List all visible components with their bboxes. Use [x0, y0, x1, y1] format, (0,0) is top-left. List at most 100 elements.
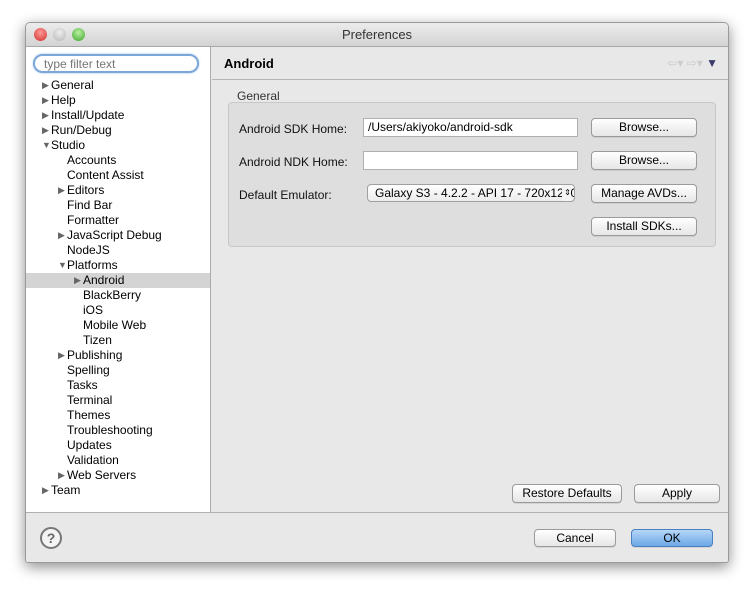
tree-item-publishing[interactable]: ▶ Publishing: [26, 348, 210, 363]
tree-item-editors[interactable]: ▶ Editors: [26, 183, 210, 198]
tree-item-content-assist[interactable]: Content Assist: [26, 168, 210, 183]
tree-item-tizen[interactable]: Tizen: [26, 333, 210, 348]
updown-chevron-icon: ⇕: [562, 185, 571, 201]
tree-item-tasks[interactable]: Tasks: [26, 378, 210, 393]
disclosure-collapsed-icon[interactable]: ▶: [42, 123, 51, 138]
tree-item-install-update[interactable]: ▶ Install/Update: [26, 108, 210, 123]
disclosure-collapsed-icon[interactable]: ▶: [58, 183, 67, 198]
tree-item-label: Tizen: [83, 333, 112, 347]
apply-button[interactable]: Apply: [634, 484, 720, 503]
cancel-button[interactable]: Cancel: [534, 529, 616, 547]
sdk-home-label: Android SDK Home:: [239, 122, 348, 136]
tree-item-label: Web Servers: [67, 468, 137, 482]
tree-item-spelling[interactable]: Spelling: [26, 363, 210, 378]
disclosure-collapsed-icon[interactable]: ▶: [42, 483, 51, 498]
tree-item-nodejs[interactable]: NodeJS: [26, 243, 210, 258]
filter-input[interactable]: [33, 54, 199, 73]
close-button[interactable]: [34, 28, 47, 41]
preferences-window: Preferences ▶General▶Help▶Install/Update…: [25, 22, 729, 563]
default-emulator-label: Default Emulator:: [239, 188, 332, 202]
restore-defaults-button[interactable]: Restore Defaults: [512, 484, 622, 503]
browse-ndk-button[interactable]: Browse...: [591, 151, 697, 170]
back-arrow-icon[interactable]: ⇦▾: [667, 56, 683, 70]
tree-item-label: Publishing: [67, 348, 123, 362]
tree-item-label: Updates: [67, 438, 112, 452]
tree-item-themes[interactable]: Themes: [26, 408, 210, 423]
tree-item-label: General: [51, 78, 94, 92]
tree-item-troubleshooting[interactable]: Troubleshooting: [26, 423, 210, 438]
default-emulator-value: Galaxy S3 - 4.2.2 - API 17 - 720x1280: [375, 186, 575, 200]
group-label: General: [237, 89, 280, 103]
tree-item-formatter[interactable]: Formatter: [26, 213, 210, 228]
preference-page: Android ⇦▾ ⇨▾ ▼ General Android SDK Home…: [212, 47, 728, 512]
tree-item-label: iOS: [83, 303, 104, 317]
tree-item-label: Tasks: [67, 378, 98, 392]
disclosure-collapsed-icon[interactable]: ▶: [42, 108, 51, 123]
tree-item-label: Themes: [67, 408, 111, 422]
default-emulator-select[interactable]: Galaxy S3 - 4.2.2 - API 17 - 720x1280 ⇕: [367, 184, 575, 202]
tree-item-label: Content Assist: [67, 168, 144, 182]
disclosure-collapsed-icon[interactable]: ▶: [58, 468, 67, 483]
manage-avds-button[interactable]: Manage AVDs...: [591, 184, 697, 203]
tree-item-label: Editors: [67, 183, 105, 197]
tree-item-label: Formatter: [67, 213, 120, 227]
help-icon[interactable]: ?: [40, 527, 62, 549]
minimize-button[interactable]: [53, 28, 66, 41]
disclosure-collapsed-icon[interactable]: ▶: [74, 273, 83, 288]
tree-item-help[interactable]: ▶ Help: [26, 93, 210, 108]
dialog-footer: ? Cancel OK: [26, 512, 728, 562]
disclosure-collapsed-icon[interactable]: ▶: [58, 228, 67, 243]
preferences-sidebar: ▶General▶Help▶Install/Update▶Run/Debug▼S…: [26, 47, 211, 512]
ndk-home-input[interactable]: [363, 151, 578, 170]
tree-item-label: Terminal: [67, 393, 113, 407]
disclosure-collapsed-icon[interactable]: ▶: [42, 78, 51, 93]
tree-item-label: Validation: [67, 453, 119, 467]
tree-item-updates[interactable]: Updates: [26, 438, 210, 453]
install-sdks-button[interactable]: Install SDKs...: [591, 217, 697, 236]
tree-item-run-debug[interactable]: ▶ Run/Debug: [26, 123, 210, 138]
disclosure-collapsed-icon[interactable]: ▶: [42, 93, 51, 108]
tree-item-label: Platforms: [67, 258, 118, 272]
disclosure-expanded-icon[interactable]: ▼: [42, 138, 51, 153]
ok-button[interactable]: OK: [631, 529, 713, 547]
forward-arrow-icon[interactable]: ⇨▾: [687, 56, 703, 70]
tree-item-label: Run/Debug: [51, 123, 112, 137]
ndk-home-label: Android NDK Home:: [239, 155, 348, 169]
title-bar: Preferences: [26, 23, 728, 47]
tree-item-web-servers[interactable]: ▶ Web Servers: [26, 468, 210, 483]
tree-item-android[interactable]: ▶ Android: [26, 273, 210, 288]
zoom-button[interactable]: [72, 28, 85, 41]
tree-item-label: Troubleshooting: [67, 423, 153, 437]
tree-item-label: Team: [51, 483, 81, 497]
page-header: Android ⇦▾ ⇨▾ ▼: [212, 47, 728, 80]
tree-item-accounts[interactable]: Accounts: [26, 153, 210, 168]
tree-item-find-bar[interactable]: Find Bar: [26, 198, 210, 213]
disclosure-expanded-icon[interactable]: ▼: [58, 258, 67, 273]
tree-item-mobile-web[interactable]: Mobile Web: [26, 318, 210, 333]
tree-item-label: Accounts: [67, 153, 117, 167]
tree-item-label: Install/Update: [51, 108, 125, 122]
general-group: Android SDK Home: /Users/akiyoko/android…: [228, 102, 716, 247]
sdk-home-input[interactable]: /Users/akiyoko/android-sdk: [363, 118, 578, 137]
preferences-tree: ▶ General ▶ Help ▶ Install/Update ▶ Run/Debug ▼ S…: [26, 78, 210, 498]
disclosure-collapsed-icon[interactable]: ▶: [58, 348, 67, 363]
tree-item-label: Mobile Web: [83, 318, 147, 332]
tree-item-label: Studio: [51, 138, 86, 152]
window-title: Preferences: [341, 27, 413, 42]
tree-item-general[interactable]: ▶ General: [26, 78, 210, 93]
tree-item-label: JavaScript Debug: [67, 228, 162, 242]
tree-item-terminal[interactable]: Terminal: [26, 393, 210, 408]
tree-item-studio[interactable]: ▼ Studio: [26, 138, 210, 153]
tree-item-label: Android: [83, 273, 125, 287]
tree-item-blackberry[interactable]: BlackBerry: [26, 288, 210, 303]
tree-item-team[interactable]: ▶ Team: [26, 483, 210, 498]
tree-item-validation[interactable]: Validation: [26, 453, 210, 468]
tree-item-label: NodeJS: [67, 243, 110, 257]
tree-item-label: Help: [51, 93, 76, 107]
tree-item-javascript-debug[interactable]: ▶ JavaScript Debug: [26, 228, 210, 243]
view-menu-icon[interactable]: ▼: [706, 56, 718, 70]
browse-sdk-button[interactable]: Browse...: [591, 118, 697, 137]
tree-item-label: BlackBerry: [83, 288, 142, 302]
tree-item-platforms[interactable]: ▼ Platforms: [26, 258, 210, 273]
tree-item-ios[interactable]: iOS: [26, 303, 210, 318]
